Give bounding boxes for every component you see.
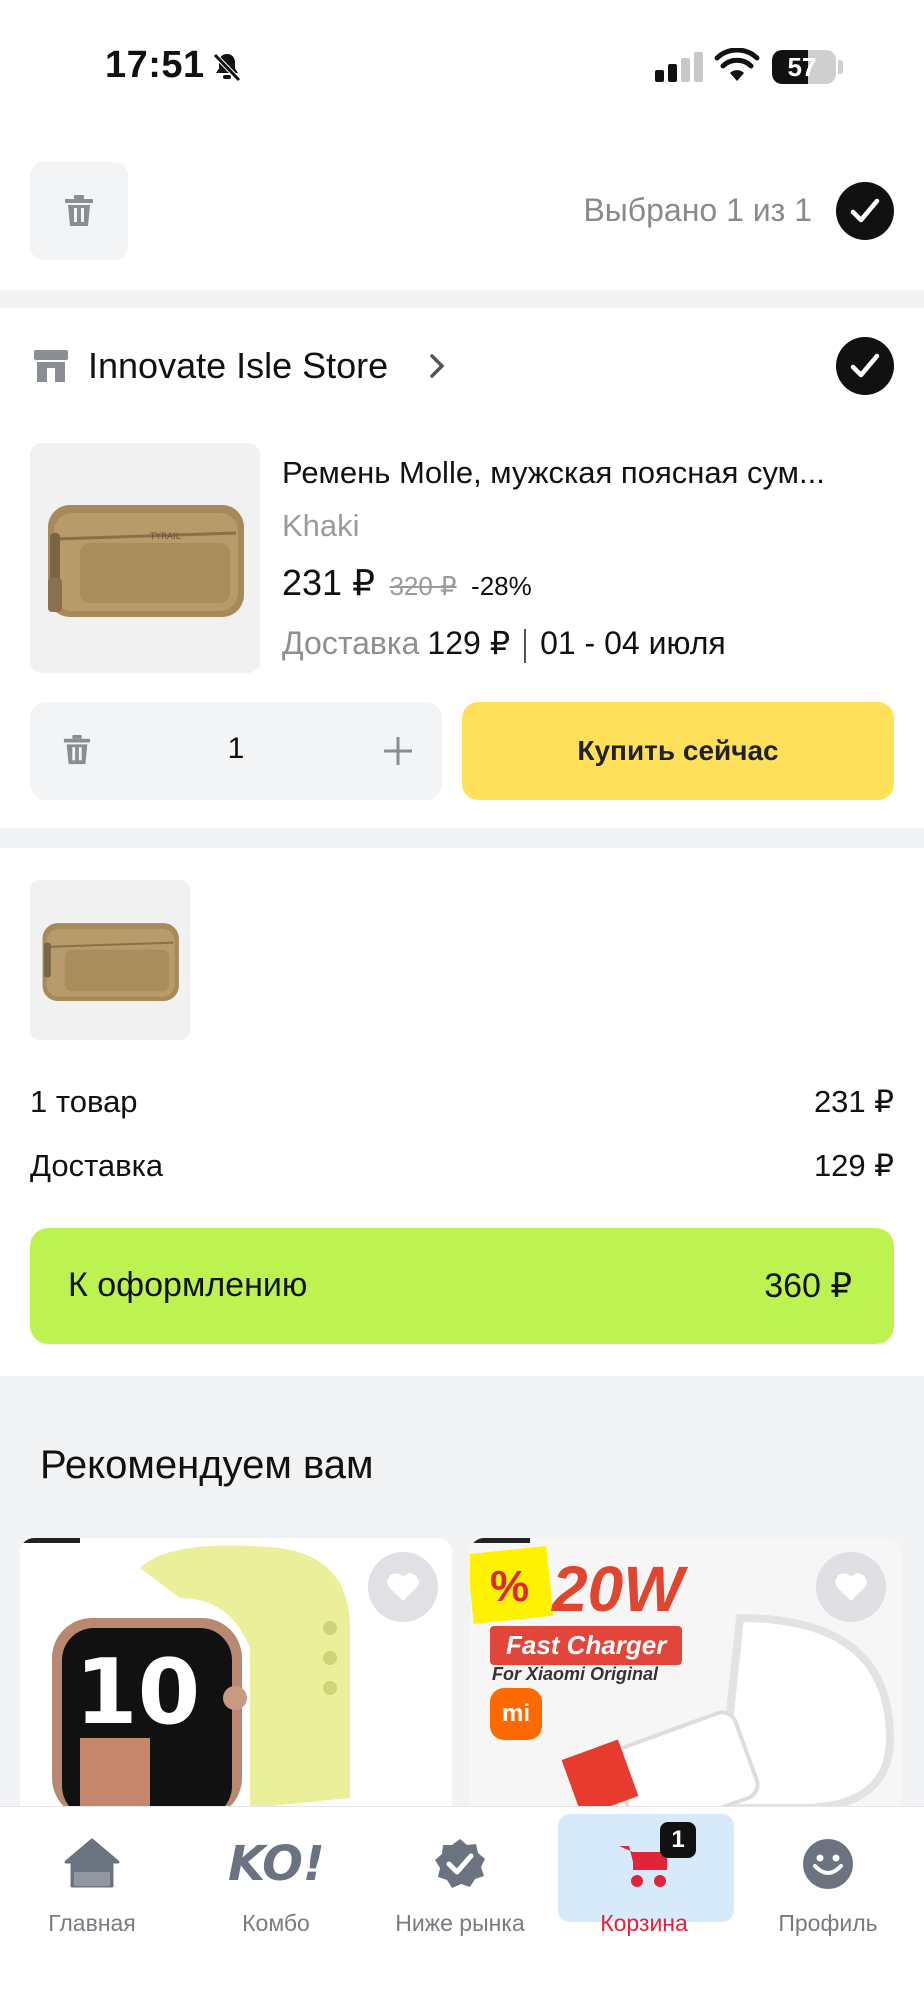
bag-image: TYRAIL — [48, 505, 244, 617]
check-icon — [850, 198, 880, 223]
bag-image — [42, 923, 179, 1002]
section-divider — [0, 828, 924, 848]
tab-combo[interactable]: KO! Комбо — [184, 1806, 368, 1936]
recommended-card[interactable]: 10 — [20, 1538, 452, 1808]
tab-below-market[interactable]: Ниже рынка — [368, 1806, 552, 1936]
delivery-label: Доставка — [282, 625, 420, 661]
check-icon — [850, 353, 880, 378]
tab-below-market-label: Ниже рынка — [395, 1910, 525, 1936]
wifi-icon — [714, 48, 760, 81]
charger-headline: 20W — [552, 1553, 684, 1625]
heart-icon — [387, 1573, 419, 1601]
fast-charger-tag: Fast Charger — [490, 1626, 683, 1665]
mi-logo: mi — [501, 1700, 530, 1727]
delivery-dates: 01 - 04 июля — [540, 625, 726, 661]
signal-icon — [655, 52, 707, 82]
checkout-label: К оформлению — [68, 1266, 308, 1304]
home-icon — [64, 1838, 120, 1888]
favorite-button[interactable] — [368, 1552, 438, 1622]
status-time: 17:51 — [105, 44, 205, 86]
store-icon — [34, 350, 68, 382]
discount-label: -28% — [471, 571, 532, 601]
recommended-card[interactable]: % 20W Fast Charger For Xiaomi Original m… — [470, 1538, 902, 1808]
profile-icon — [803, 1839, 853, 1889]
battery-tip — [838, 60, 843, 74]
delivery-summary-label: Доставка — [30, 1148, 164, 1183]
quantity-stepper: 1 — [30, 702, 442, 800]
charger-subtitle: For Xiaomi Original — [492, 1664, 659, 1684]
product-image[interactable]: TYRAIL — [30, 443, 260, 673]
old-price: 320 ₽ — [389, 571, 457, 601]
delivery-summary-value: 129 ₽ — [813, 1148, 894, 1183]
tab-home[interactable]: Главная — [0, 1806, 184, 1936]
delivery-row: Доставка 129 ₽ 01 - 04 июля — [282, 624, 726, 663]
tab-profile-label: Профиль — [778, 1910, 878, 1936]
checkout-button[interactable]: К оформлению 360 ₽ — [30, 1228, 894, 1344]
delivery-price: 129 ₽ — [427, 625, 511, 661]
heart-icon — [835, 1573, 867, 1601]
svg-text:10: 10 — [75, 1640, 200, 1745]
ko-icon: KO! — [228, 1836, 325, 1890]
tab-combo-label: Комбо — [242, 1910, 310, 1936]
tab-cart[interactable]: Корзина — [552, 1806, 736, 1936]
cart-count-badge: 1 — [660, 1822, 696, 1858]
tab-profile[interactable]: Профиль — [736, 1806, 920, 1936]
product-title[interactable]: Ремень Molle, мужская поясная сум... — [282, 455, 897, 491]
section-divider — [0, 290, 924, 308]
items-total-value: 231 ₽ — [813, 1084, 894, 1119]
badge-check-icon — [435, 1839, 485, 1888]
select-all-checkbox[interactable] — [836, 182, 894, 240]
items-count-label: 1 товар — [30, 1084, 138, 1119]
battery-level: 57 — [787, 52, 817, 82]
svg-text:KO!: KO! — [228, 1836, 325, 1890]
store-name[interactable]: Innovate Isle Store — [88, 345, 388, 387]
delivery-separator — [524, 628, 527, 663]
checkout-total: 360 ₽ — [764, 1267, 852, 1305]
recommendations-title: Рекомендуем вам — [40, 1443, 374, 1487]
price-row: 231 ₽ 320 ₽ -28% — [282, 562, 532, 604]
store-checkbox[interactable] — [836, 337, 894, 395]
tab-home-label: Главная — [48, 1910, 136, 1936]
plus-icon[interactable] — [378, 731, 418, 771]
chevron-right-icon[interactable] — [428, 352, 446, 380]
discount-badge: % — [490, 1562, 530, 1611]
delete-selected-button[interactable] — [30, 162, 128, 260]
battery-icon: 57 — [772, 50, 836, 84]
trash-icon — [65, 195, 93, 226]
summary-thumbnail[interactable] — [30, 880, 190, 1040]
product-variant[interactable]: Khaki — [282, 508, 360, 544]
current-price: 231 ₽ — [282, 562, 375, 603]
tab-cart-label: Корзина — [600, 1910, 688, 1936]
selected-count: Выбрано 1 из 1 — [583, 192, 812, 228]
bell-muted-icon — [213, 53, 241, 82]
buy-now-button[interactable]: Купить сейчас — [462, 702, 894, 800]
favorite-button[interactable] — [816, 1552, 886, 1622]
svg-text:TYRAIL: TYRAIL — [149, 532, 181, 542]
